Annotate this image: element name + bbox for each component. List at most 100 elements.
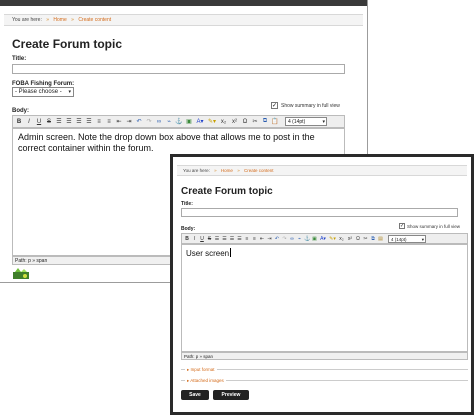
path-text: Path: p » span: [184, 354, 214, 359]
outdent-icon[interactable]: ⇤: [259, 236, 265, 242]
align-center-icon[interactable]: ☰: [65, 118, 73, 125]
anchor-icon[interactable]: ⚓: [175, 118, 183, 125]
summary-label: Show summary in full view: [281, 103, 340, 109]
underline-button[interactable]: U: [35, 119, 43, 125]
align-center-icon[interactable]: ☰: [222, 236, 228, 242]
summary-checkbox[interactable]: ✓: [271, 102, 278, 109]
title-label: Title:: [181, 201, 193, 207]
breadcrumb-home-link[interactable]: Home: [53, 17, 66, 23]
breadcrumb-sep-icon: »: [71, 17, 74, 23]
special-char-button[interactable]: Ω: [355, 236, 361, 242]
copy-icon[interactable]: ⧉: [370, 236, 376, 242]
attached-images-toggle[interactable]: ▸ Attached images: [185, 378, 226, 384]
superscript-button[interactable]: x²: [347, 236, 354, 242]
link-icon[interactable]: ∞: [289, 236, 295, 242]
user-breadcrumb: You are here: » Home » Create content: [177, 165, 467, 176]
align-justify-icon[interactable]: ☰: [85, 118, 93, 125]
highlight-color-icon[interactable]: ✎▾: [207, 118, 217, 125]
text-cursor: [230, 248, 232, 257]
anchor-icon[interactable]: ⚓: [304, 236, 310, 242]
superscript-button[interactable]: x²: [230, 119, 239, 125]
page-title: Create Forum topic: [181, 186, 273, 197]
summary-label: Show summary in full view: [407, 224, 461, 229]
unlink-icon[interactable]: ⌁: [165, 118, 173, 125]
image-icon[interactable]: ▣: [185, 118, 193, 125]
input-format-toggle[interactable]: ▸ Input format: [185, 367, 217, 373]
user-window: You are here: » Home » Create content Cr…: [170, 154, 474, 415]
align-justify-icon[interactable]: ☰: [237, 236, 243, 242]
font-size-select[interactable]: 4 (14pt) ▾: [285, 117, 327, 126]
italic-button[interactable]: I: [192, 236, 198, 242]
redo-icon[interactable]: ↷: [282, 236, 288, 242]
expand-arrow-icon: ▸: [187, 367, 190, 372]
font-size-value: 4 (14pt): [391, 236, 407, 242]
align-left-icon[interactable]: ☰: [55, 118, 63, 125]
cut-icon[interactable]: ✂: [251, 118, 259, 125]
numbered-list-icon[interactable]: ≡: [105, 119, 113, 125]
body-label: Body:: [12, 108, 29, 114]
user-window-content: You are here: » Home » Create content Cr…: [173, 157, 471, 412]
undo-icon[interactable]: ↶: [135, 118, 143, 125]
summary-checkbox[interactable]: ✓: [399, 223, 405, 229]
admin-top-strip: [0, 0, 367, 6]
subscript-button[interactable]: x₂: [338, 236, 345, 242]
outdent-icon[interactable]: ⇤: [115, 118, 123, 125]
align-left-icon[interactable]: ☰: [214, 236, 220, 242]
strikethrough-button[interactable]: S: [45, 119, 53, 125]
preview-button[interactable]: Preview: [213, 390, 249, 400]
title-label: Title:: [12, 56, 27, 62]
bold-button[interactable]: B: [184, 236, 190, 242]
text-color-icon[interactable]: A▾: [319, 236, 327, 242]
copy-icon[interactable]: ⧉: [261, 118, 269, 125]
indent-icon[interactable]: ⇥: [267, 236, 273, 242]
breadcrumb-prefix: You are here:: [183, 168, 210, 173]
body-text: Admin screen. Note the drop down box abo…: [18, 132, 315, 153]
path-text: Path: p » span: [15, 258, 48, 264]
image-icon[interactable]: ▣: [312, 236, 318, 242]
page-title: Create Forum topic: [12, 37, 123, 51]
strikethrough-button[interactable]: S: [207, 236, 213, 242]
font-size-select[interactable]: 4 (14pt) ▾: [388, 234, 426, 243]
fieldset-divider: [181, 369, 468, 370]
align-right-icon[interactable]: ☰: [75, 118, 83, 125]
breadcrumb-current-link[interactable]: Create content: [244, 168, 274, 173]
link-icon[interactable]: ∞: [155, 119, 163, 125]
unlink-icon[interactable]: ⌁: [297, 236, 303, 242]
numbered-list-icon[interactable]: ≡: [252, 236, 258, 242]
subscript-button[interactable]: x₂: [219, 119, 228, 125]
paste-icon[interactable]: 📋: [271, 118, 279, 125]
breadcrumb-home-link[interactable]: Home: [221, 168, 233, 173]
fishing-logo-icon: [13, 267, 29, 279]
breadcrumb-sep-icon: »: [237, 168, 240, 173]
body-label: Body:: [181, 226, 196, 232]
title-input[interactable]: [181, 208, 458, 217]
cut-icon[interactable]: ✂: [363, 236, 369, 242]
bullet-list-icon[interactable]: ≡: [244, 236, 250, 242]
undo-icon[interactable]: ↶: [274, 236, 280, 242]
title-input[interactable]: [12, 64, 345, 74]
redo-icon[interactable]: ↷: [145, 118, 153, 125]
expand-arrow-icon: ▸: [187, 378, 190, 383]
bullet-list-icon[interactable]: ≡: [95, 119, 103, 125]
bold-button[interactable]: B: [15, 119, 23, 125]
paste-icon[interactable]: ▤: [378, 236, 384, 242]
chevron-down-icon: ▾: [421, 236, 424, 242]
italic-button[interactable]: I: [25, 119, 33, 125]
forum-select-value: - Please choose -: [15, 89, 62, 95]
attached-images-label: Attached images: [190, 378, 224, 383]
special-char-button[interactable]: Ω: [241, 119, 249, 125]
body-text: User screen: [186, 249, 230, 258]
underline-button[interactable]: U: [199, 236, 205, 242]
breadcrumb-current-link[interactable]: Create content: [78, 17, 111, 23]
body-editor[interactable]: User screen: [181, 244, 468, 352]
admin-breadcrumb: You are here: » Home » Create content: [4, 14, 363, 26]
align-right-icon[interactable]: ☰: [229, 236, 235, 242]
breadcrumb-sep-icon: »: [214, 168, 217, 173]
forum-select[interactable]: - Please choose - ▾: [12, 87, 74, 97]
save-button[interactable]: Save: [181, 390, 209, 400]
breadcrumb-prefix: You are here:: [12, 17, 42, 23]
indent-icon[interactable]: ⇥: [125, 118, 133, 125]
input-format-label: Input format: [190, 367, 215, 372]
text-color-icon[interactable]: A▾: [195, 118, 205, 125]
highlight-color-icon[interactable]: ✎▾: [329, 236, 337, 242]
